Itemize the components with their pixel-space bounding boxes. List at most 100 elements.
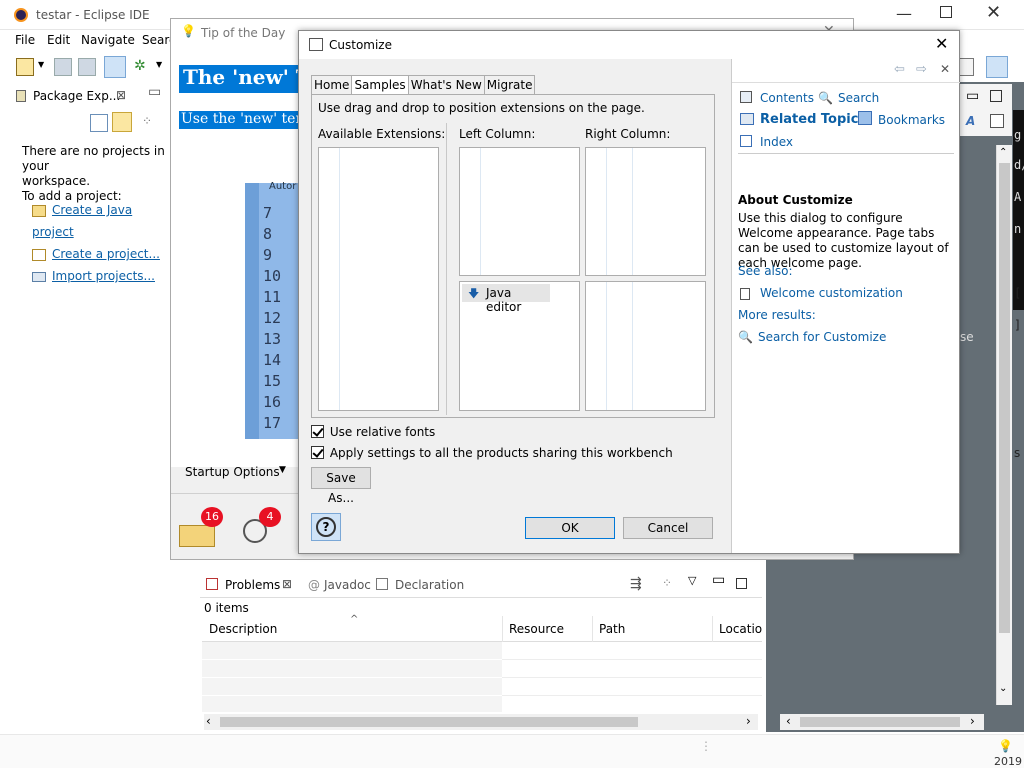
- collapse-all-icon[interactable]: [90, 114, 108, 132]
- ok-button[interactable]: OK: [525, 517, 615, 539]
- maximize-icon[interactable]: [940, 6, 952, 18]
- vertical-scrollbar[interactable]: ⌃ ⌄: [996, 145, 1012, 705]
- minimize-outline-icon[interactable]: ▭: [966, 88, 979, 104]
- help-index-link[interactable]: Index: [760, 131, 793, 153]
- view-menu-problems-icon[interactable]: ⁘: [662, 576, 672, 590]
- help-close-icon[interactable]: ✕: [940, 62, 950, 76]
- cancel-button[interactable]: Cancel: [623, 517, 713, 539]
- java-editor-item[interactable]: 🡇 Java editor: [462, 284, 550, 314]
- empty-rows: [502, 642, 762, 712]
- debug-dropdown-icon[interactable]: ▼: [156, 60, 162, 69]
- create-java-project-link[interactable]: Create a Java project: [32, 199, 170, 243]
- debug-icon[interactable]: ✲: [134, 58, 152, 76]
- search-for-customize-row[interactable]: 🔍 Search for Customize: [738, 330, 954, 348]
- search-for-customize-link[interactable]: Search for Customize: [758, 330, 886, 344]
- font-size-icon[interactable]: A: [966, 114, 975, 128]
- package-explorer-icon: [16, 90, 26, 102]
- new-icon[interactable]: [16, 58, 34, 76]
- right-column-top-list[interactable]: [585, 147, 706, 276]
- list-guide: [480, 148, 481, 275]
- tab-home[interactable]: Home: [311, 75, 353, 95]
- open-folder-button[interactable]: 16: [179, 507, 223, 547]
- outline-settings-icon[interactable]: [990, 114, 1004, 128]
- startup-options-label[interactable]: Startup Options: [185, 465, 280, 479]
- help-bookmarks-link[interactable]: Bookmarks: [878, 109, 945, 131]
- view-menu-icon[interactable]: ⁘: [142, 114, 152, 128]
- forward-icon[interactable]: ⇨: [916, 62, 927, 77]
- link-editor-icon[interactable]: [104, 56, 126, 78]
- relative-fonts-checkbox[interactable]: [311, 425, 324, 438]
- help-contents-link[interactable]: Contents: [760, 87, 814, 109]
- tab-whats-new[interactable]: What's New: [407, 75, 485, 95]
- scroll-right-icon[interactable]: ›: [746, 714, 751, 728]
- right-column-bottom-list[interactable]: [585, 281, 706, 411]
- startup-dropdown-icon[interactable]: ▼: [279, 465, 286, 475]
- left-column-bottom-list[interactable]: 🡇 Java editor: [459, 281, 580, 411]
- code-header: Autor: [269, 181, 297, 192]
- col-description[interactable]: Description: [209, 622, 277, 636]
- problems-hscrollbar[interactable]: ‹ ›: [204, 714, 758, 730]
- scroll-down-icon[interactable]: ⌄: [999, 683, 1007, 694]
- close-problems-icon[interactable]: ⊠: [282, 577, 292, 591]
- scroll-thumb-h[interactable]: [220, 717, 638, 727]
- col-path[interactable]: Path: [599, 622, 625, 636]
- scroll-thumb[interactable]: [999, 163, 1010, 633]
- apply-all-option[interactable]: Apply settings to all the products shari…: [311, 445, 673, 460]
- back-icon[interactable]: ⇦: [894, 62, 905, 77]
- scroll-up-icon[interactable]: ⌃: [999, 147, 1007, 158]
- startup-options-row: Startup Options ▼: [171, 449, 301, 495]
- left-column-top-list[interactable]: [459, 147, 580, 276]
- scroll-thumb-h[interactable]: [800, 717, 960, 727]
- tab-javadoc[interactable]: Javadoc: [324, 578, 371, 592]
- menu-navigate[interactable]: Navigate: [81, 33, 135, 47]
- customize-title: Customize: [329, 38, 392, 52]
- folder-badge: 16: [201, 507, 223, 527]
- tab-migrate[interactable]: Migrate: [483, 75, 536, 95]
- scroll-left-icon[interactable]: ‹: [786, 714, 791, 728]
- close-icon[interactable]: ✕: [986, 2, 1001, 23]
- tab-problems[interactable]: Problems: [225, 578, 280, 592]
- link-with-editor-icon[interactable]: [112, 112, 132, 132]
- minimize-problems-icon[interactable]: ▭: [712, 572, 725, 588]
- related-topics-icon: [740, 113, 754, 125]
- tips-bulb-button[interactable]: 4: [241, 507, 281, 549]
- help-button[interactable]: ?: [311, 513, 341, 541]
- maximize-problems-icon[interactable]: [736, 578, 747, 589]
- welcome-customization-link[interactable]: Welcome customization: [760, 286, 903, 300]
- help-related-topics-link[interactable]: Related Topics: [760, 109, 866, 131]
- close-view-icon[interactable]: ⊠: [116, 88, 126, 102]
- available-extensions-list[interactable]: [318, 147, 439, 411]
- package-explorer-title[interactable]: Package Exp...: [33, 89, 120, 103]
- help-toolbar: ⇦ ⇨ ✕: [732, 59, 960, 83]
- maximize-outline-icon[interactable]: [990, 90, 1002, 102]
- horizontal-scrollbar-right[interactable]: ‹ ›: [780, 714, 984, 730]
- menu-file[interactable]: File: [15, 33, 35, 47]
- scroll-left-icon[interactable]: ‹: [206, 714, 211, 728]
- help-search-link[interactable]: Search: [838, 87, 879, 109]
- apply-all-checkbox[interactable]: [311, 446, 324, 459]
- customize-close-icon[interactable]: ✕: [935, 34, 948, 53]
- dropdown-problems-icon[interactable]: ▽: [688, 574, 696, 587]
- code-gutter: [245, 183, 259, 439]
- new-dropdown-icon[interactable]: ▼: [38, 60, 44, 69]
- menu-edit[interactable]: Edit: [47, 33, 70, 47]
- empty-message-line2: workspace.: [22, 174, 91, 188]
- java-perspective-icon[interactable]: [986, 56, 1008, 78]
- scroll-right-icon[interactable]: ›: [970, 714, 975, 728]
- tab-samples[interactable]: Samples: [351, 75, 409, 95]
- tip-bulb-icon[interactable]: 💡: [998, 739, 1013, 753]
- minimize-view-icon[interactable]: ▭: [148, 84, 161, 100]
- welcome-customization-row[interactable]: Welcome customization: [738, 286, 954, 304]
- col-location[interactable]: Locatio: [719, 622, 762, 636]
- save-as-button[interactable]: Save As...: [311, 467, 371, 505]
- save-all-icon[interactable]: [78, 58, 96, 76]
- save-icon[interactable]: [54, 58, 72, 76]
- create-project-link[interactable]: Create a project...: [32, 243, 170, 265]
- fragment-g: g:: [1014, 128, 1024, 142]
- col-resource[interactable]: Resource: [509, 622, 564, 636]
- import-projects-link[interactable]: Import projects...: [32, 265, 170, 287]
- relative-fonts-option[interactable]: Use relative fonts: [311, 424, 435, 439]
- tab-declaration[interactable]: Declaration: [395, 578, 464, 592]
- filter-icon[interactable]: ⇶: [630, 576, 642, 592]
- minimize-icon[interactable]: —: [896, 4, 912, 23]
